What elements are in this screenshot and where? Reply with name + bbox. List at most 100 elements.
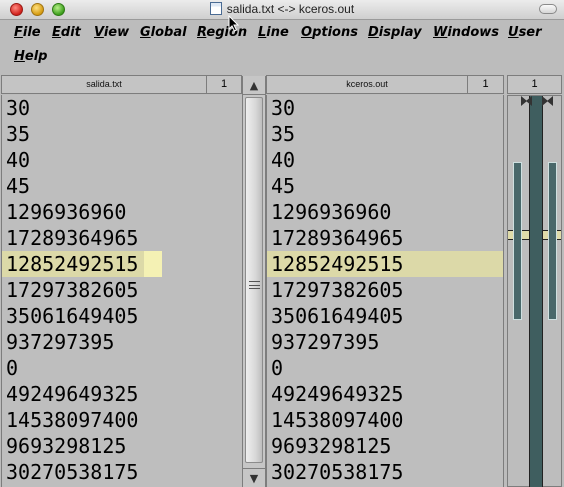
text-line: 0 [267,355,503,381]
line-text: 1296936960 [6,200,127,224]
menu-help[interactable]: Help [14,49,47,64]
window-title-text: salida.txt <-> kceros.out [226,2,355,16]
left-line-number: 1 [206,75,242,94]
line-text: 30 [6,96,31,120]
menu-options-rest: ptions [312,25,358,40]
left-filename-header: salida.txt [1,75,207,94]
line-text: 40 [271,148,296,172]
mouse-pointer-icon [228,15,240,32]
window-title: salida.txt <-> kceros.out [0,2,564,16]
line-text: 35061649405 [6,304,139,328]
line-text: 14538097400 [6,408,139,432]
text-line: 9693298125 [267,433,503,459]
title-bar: salida.txt <-> kceros.out [0,0,564,20]
line-text: 12852492515 [6,252,139,276]
menu-windows[interactable]: Windows [433,25,499,40]
menu-line-rest: ine [266,25,289,40]
line-text: 35 [271,122,296,146]
menu-global-accel: G [140,25,151,40]
scroll-down-arrow-icon[interactable]: ▼ [243,468,265,487]
line-text: 45 [6,174,31,198]
line-text: 0 [6,356,19,380]
diff-map-line-number: 1 [507,75,562,94]
text-line: 9693298125 [2,433,242,459]
line-text: 49249649325 [271,382,404,406]
menu-options[interactable]: Options [301,25,358,40]
line-text: 12852492515 [271,252,404,276]
vertical-scrollbar[interactable]: ▲ ▼ [242,76,266,487]
text-line: 45 [2,173,242,199]
text-line: 12852492515 [267,251,503,277]
text-line: 35061649405 [2,303,242,329]
menu-edit-rest: dit [60,25,81,40]
menu-view-rest: iew [103,25,130,40]
text-line: 17289364965 [267,225,503,251]
right-filename-header: kceros.out [266,75,468,94]
menu-user[interactable]: User [508,25,542,40]
line-text: 45 [271,174,296,198]
text-line: 49249649325 [267,381,503,407]
text-line: 0 [2,355,242,381]
diff-map-center-bar [529,96,543,487]
right-text-pane[interactable]: 30 35 40 45 1296936960 17289364965 12852492515… [266,95,504,487]
line-text: 17297382605 [271,278,404,302]
menu-edit[interactable]: Edit [52,25,81,40]
diff-map-right-view-bar[interactable] [548,162,557,320]
diff-map[interactable] [507,95,562,487]
menu-user-rest: ser [518,25,542,40]
text-line: 35 [267,121,503,147]
menu-display-accel: D [368,25,379,40]
menu-bar: File Edit View Global Region Line Option… [0,21,564,73]
text-line: 937297395 [2,329,242,355]
diff-map-left-view-bar[interactable] [513,162,522,320]
text-line: 17289364965 [2,225,242,251]
menu-windows-rest: indows [447,25,500,40]
text-line: 17297382605 [2,277,242,303]
menu-display[interactable]: Display [368,25,422,40]
scroll-thumb[interactable] [245,97,263,463]
text-line: 40 [267,147,503,173]
line-text: 17289364965 [271,226,404,250]
menu-line[interactable]: Line [258,25,289,40]
menu-global-rest: lobal [150,25,187,40]
line-text: 49249649325 [6,382,139,406]
right-line-number: 1 [467,75,504,94]
toolbar-toggle-button[interactable] [539,4,557,14]
text-line: 14538097400 [2,407,242,433]
menu-view[interactable]: View [94,25,129,40]
line-text: 14538097400 [271,408,404,432]
menu-edit-accel: E [52,25,61,40]
line-text: 30270538175 [271,460,404,484]
scroll-grip-icon [249,281,260,289]
menu-options-accel: O [301,25,313,40]
left-text-pane[interactable]: 30 35 40 45 1296936960 17289364965 12852492515… [1,95,242,487]
text-line: 14538097400 [267,407,503,433]
menu-global[interactable]: Global [140,25,187,40]
line-text: 40 [6,148,31,172]
text-line: 30 [2,95,242,121]
text-line: 937297395 [267,329,503,355]
text-line: 35 [2,121,242,147]
line-text: 17289364965 [6,226,139,250]
line-text: 937297395 [6,330,115,354]
map-arrow-left-icon [547,96,553,106]
text-line: 30 [267,95,503,121]
text-line: 49249649325 [2,381,242,407]
line-text: 0 [271,356,284,380]
menu-file-accel: F [14,25,23,40]
text-line: 17297382605 [267,277,503,303]
line-text: 1296936960 [271,200,392,224]
menu-file[interactable]: File [14,25,41,40]
line-text: 30 [271,96,296,120]
scroll-up-arrow-icon[interactable]: ▲ [243,76,265,95]
menu-user-accel: U [508,25,519,40]
text-cursor [144,251,162,277]
line-text: 35061649405 [271,304,404,328]
menu-display-rest: isplay [378,25,422,40]
menu-region-accel: R [197,25,207,40]
text-line: 30270538175 [267,459,503,485]
document-icon [209,2,222,15]
menu-windows-accel: W [433,25,448,40]
line-text: 17297382605 [6,278,139,302]
line-text: 30270538175 [6,460,139,484]
